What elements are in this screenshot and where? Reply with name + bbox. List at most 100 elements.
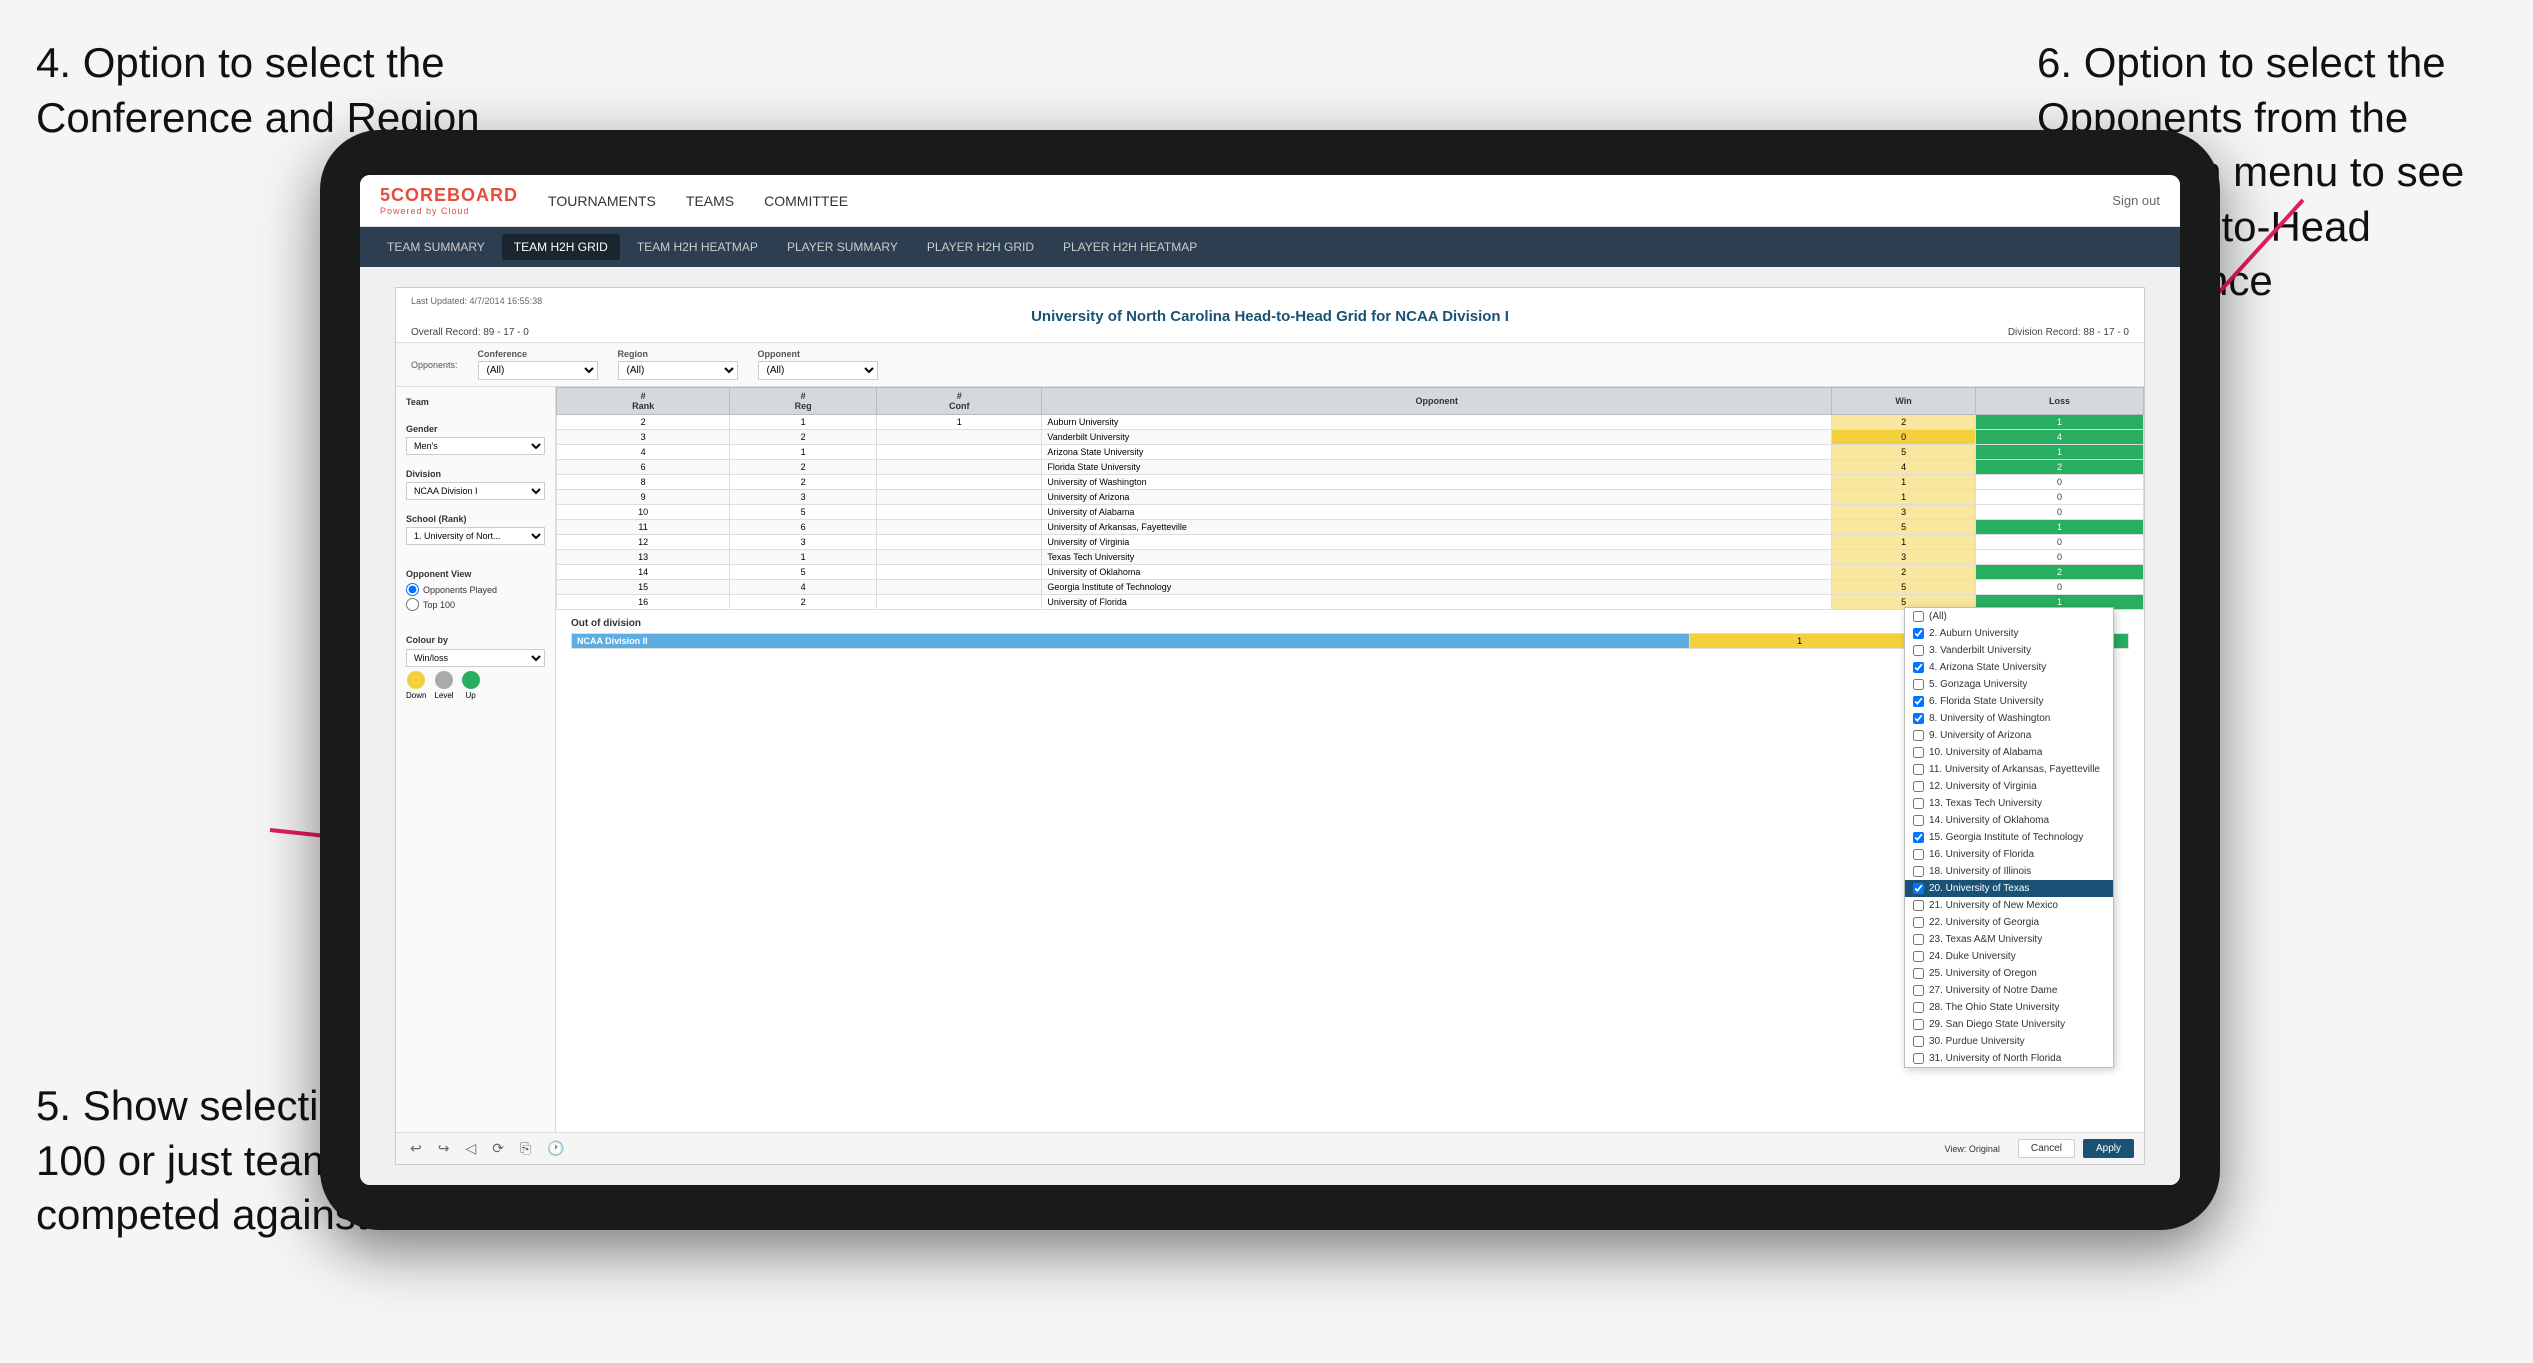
dropdown-checkbox[interactable] — [1913, 713, 1924, 724]
cancel-button[interactable]: Cancel — [2018, 1139, 2075, 1158]
radio-top100[interactable]: Top 100 — [406, 598, 545, 611]
dropdown-checkbox[interactable] — [1913, 968, 1924, 979]
dropdown-checkbox[interactable] — [1913, 747, 1924, 758]
dropdown-checkbox[interactable] — [1913, 1019, 1924, 1030]
dropdown-checkbox[interactable] — [1913, 662, 1924, 673]
dropdown-checkbox[interactable] — [1913, 696, 1924, 707]
toolbar-back[interactable]: ◁ — [461, 1138, 480, 1159]
dropdown-checkbox[interactable] — [1913, 917, 1924, 928]
subnav-player-h2h-heatmap[interactable]: PLAYER H2H HEATMAP — [1051, 234, 1209, 260]
radio-opponents-played[interactable]: Opponents Played — [406, 583, 545, 596]
subnav-player-summary[interactable]: PLAYER SUMMARY — [775, 234, 910, 260]
dropdown-checkbox[interactable] — [1913, 1036, 1924, 1047]
opponent-dropdown[interactable]: (All) 2. Auburn University 3. Vanderbilt… — [1904, 607, 2114, 1068]
nav-signout[interactable]: Sign out — [2112, 193, 2160, 208]
dropdown-item[interactable]: 25. University of Oregon — [1905, 965, 2113, 982]
dropdown-checkbox[interactable] — [1913, 645, 1924, 656]
dropdown-item[interactable]: 29. San Diego State University — [1905, 1016, 2113, 1033]
colour-select[interactable]: Win/loss — [406, 649, 545, 667]
dropdown-item[interactable]: 21. University of New Mexico — [1905, 897, 2113, 914]
dropdown-item-label: 30. Purdue University — [1929, 1036, 2025, 1047]
dropdown-item[interactable]: 14. University of Oklahoma — [1905, 812, 2113, 829]
dropdown-checkbox[interactable] — [1913, 951, 1924, 962]
table-row: 9 3 University of Arizona 1 0 — [557, 490, 2144, 505]
dropdown-checkbox[interactable] — [1913, 764, 1924, 775]
toolbar-copy[interactable]: ⎘ — [516, 1138, 535, 1159]
subnav-team-h2h-grid[interactable]: TEAM H2H GRID — [502, 234, 620, 260]
division-select[interactable]: NCAA Division I — [406, 482, 545, 500]
dropdown-item[interactable]: 11. University of Arkansas, Fayetteville — [1905, 761, 2113, 778]
toolbar-clock[interactable]: 🕐 — [543, 1138, 568, 1159]
subnav-team-h2h-heatmap[interactable]: TEAM H2H HEATMAP — [625, 234, 770, 260]
dropdown-item[interactable]: 23. Texas A&M University — [1905, 931, 2113, 948]
dropdown-item[interactable]: 12. University of Virginia — [1905, 778, 2113, 795]
dropdown-checkbox[interactable] — [1913, 730, 1924, 741]
opponent-select[interactable]: (All) — [758, 361, 878, 380]
division-label: Division — [406, 469, 545, 479]
apply-button[interactable]: Apply — [2083, 1139, 2134, 1158]
dropdown-item[interactable]: 8. University of Washington — [1905, 710, 2113, 727]
subnav-player-h2h-grid[interactable]: PLAYER H2H GRID — [915, 234, 1046, 260]
nav-tournaments[interactable]: TOURNAMENTS — [548, 189, 656, 213]
team-label: Team — [406, 397, 545, 407]
toolbar-undo[interactable]: ↩ — [406, 1138, 426, 1159]
table-row: 10 5 University of Alabama 3 0 — [557, 505, 2144, 520]
region-filter: Region (All) — [618, 349, 738, 380]
dropdown-item[interactable]: 9. University of Arizona — [1905, 727, 2113, 744]
dropdown-checkbox[interactable] — [1913, 679, 1924, 690]
dropdown-item[interactable]: 13. Texas Tech University — [1905, 795, 2113, 812]
dropdown-checkbox[interactable] — [1913, 849, 1924, 860]
dropdown-checkbox[interactable] — [1913, 883, 1924, 894]
school-select[interactable]: 1. University of Nort... — [406, 527, 545, 545]
dropdown-checkbox[interactable] — [1913, 832, 1924, 843]
dropdown-checkbox[interactable] — [1913, 985, 1924, 996]
radio-top100-input[interactable] — [406, 598, 419, 611]
cell-conf — [877, 550, 1042, 565]
dropdown-item[interactable]: 2. Auburn University — [1905, 625, 2113, 642]
dropdown-checkbox[interactable] — [1913, 611, 1924, 622]
dropdown-checkbox[interactable] — [1913, 866, 1924, 877]
cell-conf — [877, 460, 1042, 475]
panel-header: Last Updated: 4/7/2014 16:55:38 Universi… — [396, 288, 2144, 343]
dropdown-item[interactable]: 18. University of Illinois — [1905, 863, 2113, 880]
nav-teams[interactable]: TEAMS — [686, 189, 734, 213]
dropdown-item[interactable]: 30. Purdue University — [1905, 1033, 2113, 1050]
toolbar-redo[interactable]: ↪ — [434, 1138, 454, 1159]
table-row: 14 5 University of Oklahoma 2 2 — [557, 565, 2144, 580]
gender-select[interactable]: Men's — [406, 437, 545, 455]
dropdown-item[interactable]: 10. University of Alabama — [1905, 744, 2113, 761]
dropdown-item[interactable]: 20. University of Texas — [1905, 880, 2113, 897]
nav-committee[interactable]: COMMITTEE — [764, 189, 848, 213]
dropdown-item[interactable]: 24. Duke University — [1905, 948, 2113, 965]
dropdown-checkbox[interactable] — [1913, 900, 1924, 911]
dropdown-item[interactable]: 15. Georgia Institute of Technology — [1905, 829, 2113, 846]
radio-opponents-played-input[interactable] — [406, 583, 419, 596]
cell-rank: 13 — [557, 550, 730, 565]
dropdown-item[interactable]: 16. University of Florida — [1905, 846, 2113, 863]
dropdown-item[interactable]: 28. The Ohio State University — [1905, 999, 2113, 1016]
dropdown-item[interactable]: 5. Gonzaga University — [1905, 676, 2113, 693]
dropdown-item[interactable]: 31. University of North Florida — [1905, 1050, 2113, 1067]
cell-rank: 8 — [557, 475, 730, 490]
dropdown-item[interactable]: 22. University of Georgia — [1905, 914, 2113, 931]
dropdown-item[interactable]: 27. University of Notre Dame — [1905, 982, 2113, 999]
dropdown-checkbox[interactable] — [1913, 934, 1924, 945]
dropdown-item[interactable]: (All) — [1905, 608, 2113, 625]
toolbar-refresh[interactable]: ⟳ — [488, 1138, 508, 1159]
dropdown-checkbox[interactable] — [1913, 1002, 1924, 1013]
conference-label: Conference — [478, 349, 598, 359]
dropdown-checkbox[interactable] — [1913, 781, 1924, 792]
dropdown-checkbox[interactable] — [1913, 798, 1924, 809]
region-select[interactable]: (All) — [618, 361, 738, 380]
region-label: Region — [618, 349, 738, 359]
dropdown-checkbox[interactable] — [1913, 1053, 1924, 1064]
conference-select[interactable]: (All) — [478, 361, 598, 380]
subnav-team-summary[interactable]: TEAM SUMMARY — [375, 234, 497, 260]
dropdown-item[interactable]: 4. Arizona State University — [1905, 659, 2113, 676]
dropdown-checkbox[interactable] — [1913, 815, 1924, 826]
dropdown-item[interactable]: 6. Florida State University — [1905, 693, 2113, 710]
dropdown-item[interactable]: 3. Vanderbilt University — [1905, 642, 2113, 659]
dropdown-checkbox[interactable] — [1913, 628, 1924, 639]
cell-conf — [877, 445, 1042, 460]
colour-label: Colour by — [406, 635, 545, 645]
